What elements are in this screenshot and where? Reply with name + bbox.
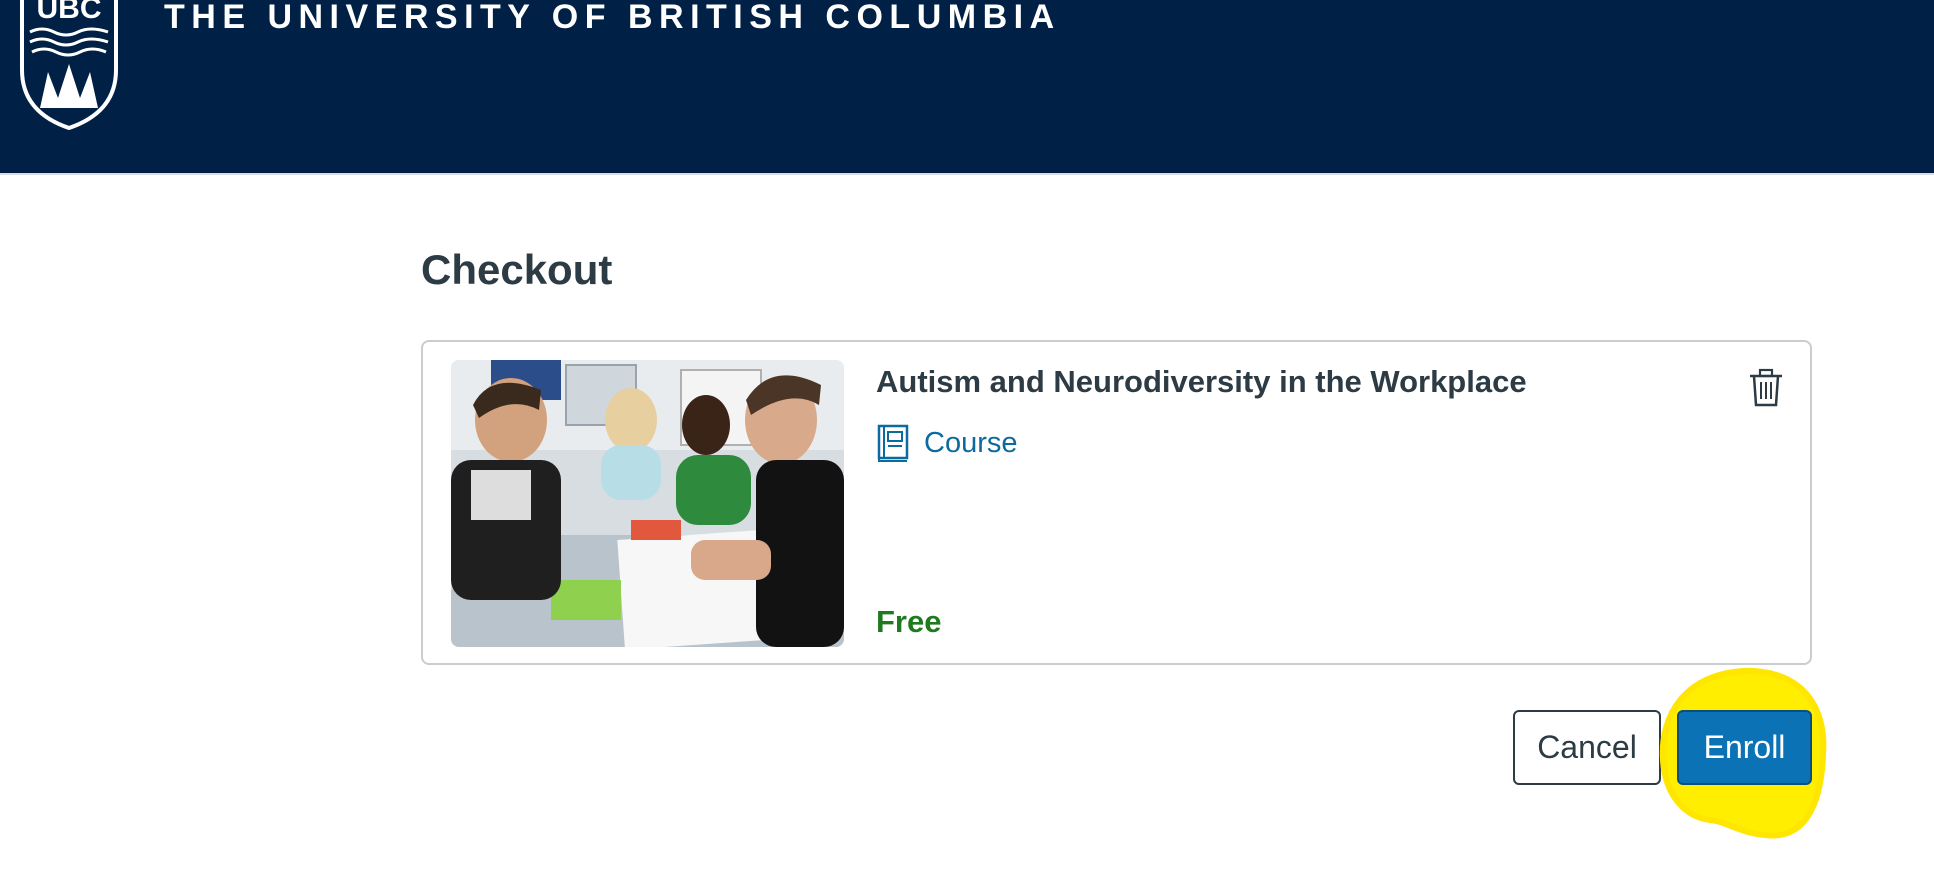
site-header: UBC THE UNIVERSITY OF BRITISH COLUMBIA [0,0,1934,175]
cart-item-card: Autism and Neurodiversity in the Workpla… [421,340,1812,665]
cancel-button[interactable]: Cancel [1513,710,1661,785]
page-title: Checkout [421,246,613,293]
course-type-label: Course [924,426,1018,459]
course-photo [451,360,844,647]
enroll-button[interactable]: Enroll [1677,710,1812,785]
logo-text: UBC [37,0,102,25]
course-title[interactable]: Autism and Neurodiversity in the Workpla… [876,364,1527,400]
university-name: THE UNIVERSITY OF BRITISH COLUMBIA [164,0,1061,36]
price-label: Free [876,604,942,639]
trash-icon[interactable] [1748,368,1784,408]
course-book-icon [877,424,909,462]
ubc-crest-icon[interactable]: UBC [18,0,120,130]
course-type: Course [876,424,1018,462]
